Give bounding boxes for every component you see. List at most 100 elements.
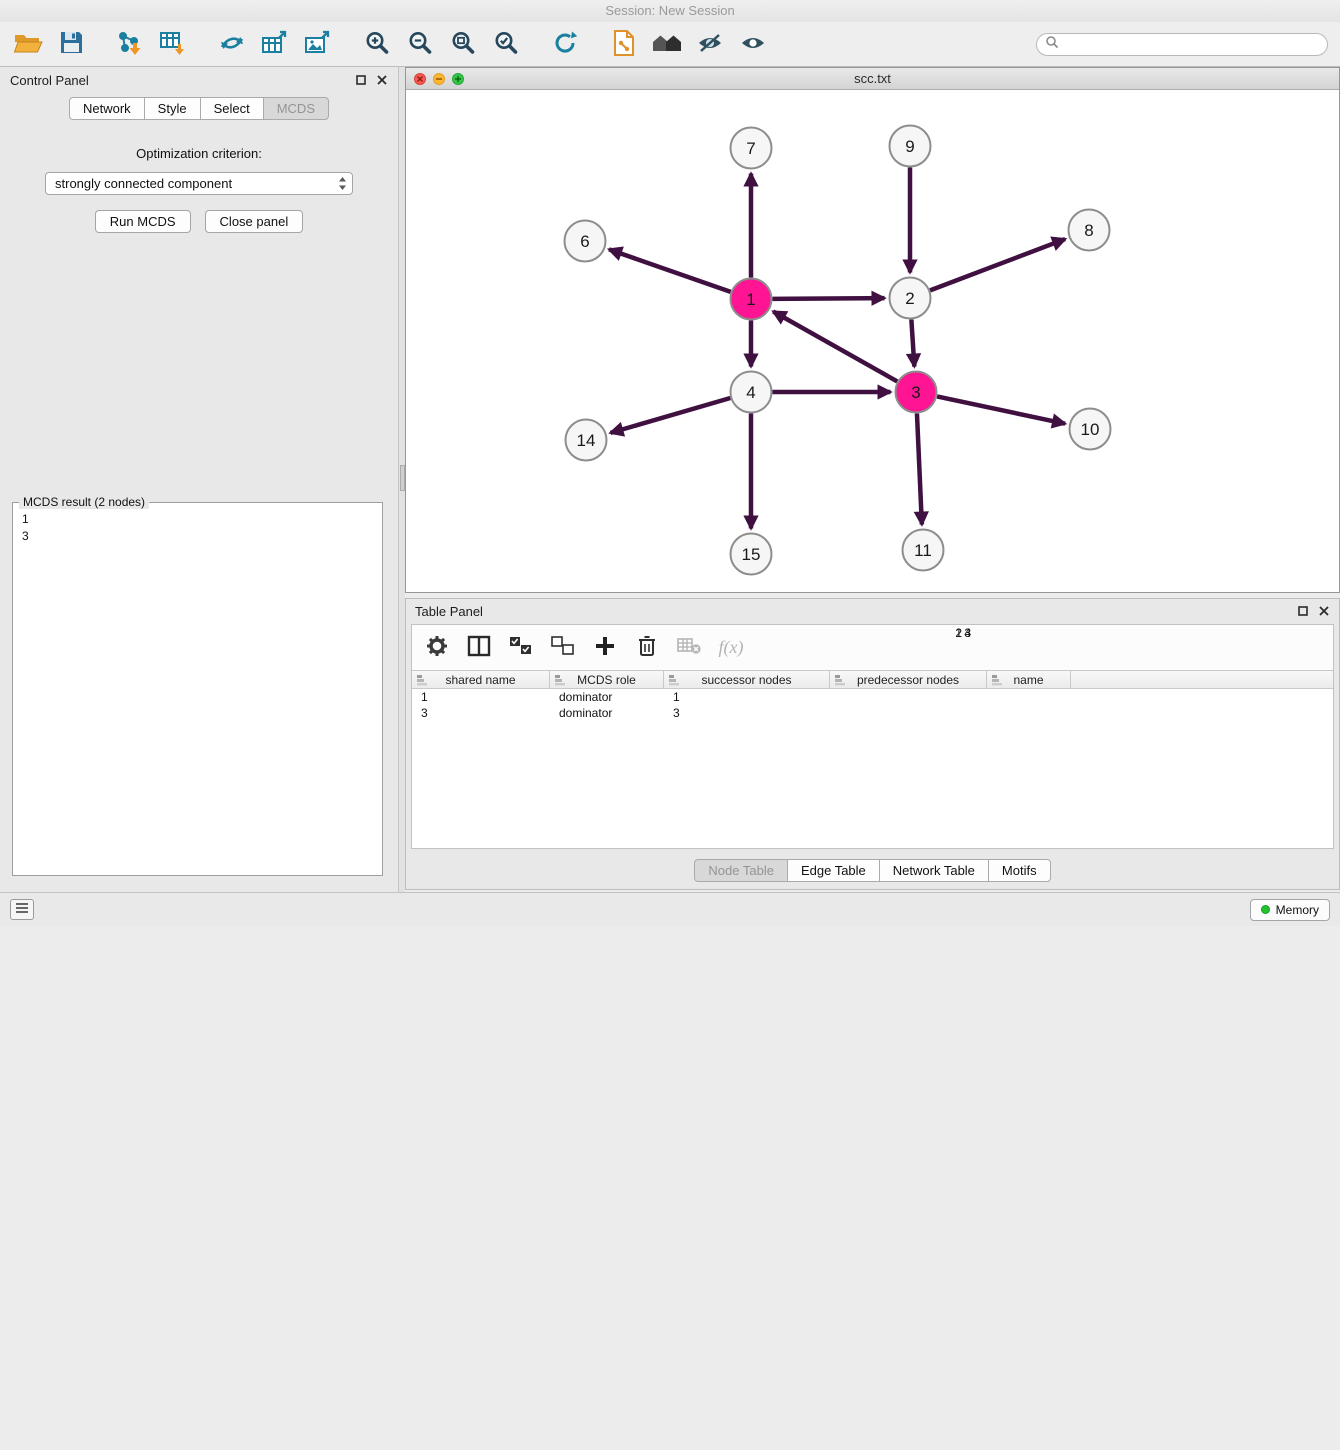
edge-2-8[interactable] [930, 239, 1065, 290]
table-tab-edge-table[interactable]: Edge Table [787, 859, 880, 882]
search-box[interactable] [1036, 33, 1328, 56]
control-panel: Control Panel NetworkStyleSelectMCDS Opt… [0, 67, 398, 892]
column-header-shared-name[interactable]: shared name [412, 671, 550, 688]
column-header-successor-nodes[interactable]: successor nodes [664, 671, 830, 688]
zoom-in-button[interactable] [359, 26, 395, 62]
folder-open-icon [13, 31, 43, 58]
criterion-select[interactable]: strongly connected component [45, 172, 353, 195]
right-area: scc.txt 7 9 6 8 1 2 4 3 14 10 15 11 Table Panel [405, 67, 1340, 892]
function-builder-button[interactable]: f(x) [718, 635, 744, 661]
edge-3-1[interactable] [773, 312, 897, 382]
control-tab-select[interactable]: Select [200, 97, 264, 120]
memory-button[interactable]: Memory [1250, 899, 1330, 921]
network-window-titlebar[interactable]: scc.txt [406, 68, 1339, 90]
svg-text:11: 11 [914, 541, 932, 560]
list-icon [15, 901, 29, 919]
table-cell: 1 [412, 689, 550, 705]
node-2[interactable]: 2 [890, 278, 931, 319]
close-table-panel-icon[interactable] [1318, 605, 1330, 617]
table-row[interactable]: 3dominator323 [412, 705, 1333, 721]
zoom-out-button[interactable] [402, 26, 438, 62]
application-window: Session: New Session Control Panel [0, 0, 1340, 926]
control-tab-mcds[interactable]: MCDS [263, 97, 329, 120]
open-session-button[interactable] [10, 26, 46, 62]
table-cell: dominator [550, 689, 664, 705]
table-cell: dominator [550, 705, 664, 721]
edge-2-3[interactable] [911, 319, 914, 366]
delete-row-button[interactable] [634, 635, 660, 661]
mcds-result-list[interactable]: 13 [13, 503, 382, 553]
table-tab-network-table[interactable]: Network Table [879, 859, 989, 882]
table-tab-motifs[interactable]: Motifs [988, 859, 1051, 882]
node-1[interactable]: 1 [731, 279, 772, 320]
delete-column-button[interactable] [676, 635, 702, 661]
network-window-title: scc.txt [406, 71, 1339, 86]
node-4[interactable]: 4 [731, 372, 772, 413]
table-delete-icon [676, 636, 702, 659]
add-row-button[interactable] [592, 635, 618, 661]
node-10[interactable]: 10 [1070, 409, 1111, 450]
node-9[interactable]: 9 [890, 126, 931, 167]
close-panel-button[interactable]: Close panel [205, 210, 304, 233]
control-tab-style[interactable]: Style [144, 97, 201, 120]
edge-3-11[interactable] [917, 413, 922, 524]
float-panel-icon[interactable] [355, 74, 367, 86]
memory-label: Memory [1276, 903, 1319, 917]
node-7[interactable]: 7 [731, 128, 772, 169]
close-panel-icon[interactable] [376, 74, 388, 86]
column-header-name[interactable]: name [987, 671, 1071, 688]
save-session-button[interactable] [53, 26, 89, 62]
search-input[interactable] [1064, 37, 1319, 51]
deselect-all-button[interactable] [550, 635, 576, 661]
table-panel-header: Table Panel [406, 599, 1339, 623]
duplicate-network-button[interactable] [214, 26, 250, 62]
svg-text:9: 9 [905, 137, 914, 156]
svg-text:2: 2 [905, 289, 914, 308]
search-icon [1045, 35, 1059, 54]
hide-details-button[interactable] [692, 26, 728, 62]
run-mcds-button[interactable]: Run MCDS [95, 210, 191, 233]
node-6[interactable]: 6 [565, 221, 606, 262]
node-3[interactable]: 3 [896, 372, 937, 413]
column-header-filler [1071, 671, 1333, 688]
export-table-button[interactable] [257, 26, 293, 62]
node-11[interactable]: 11 [903, 530, 944, 571]
select-all-button[interactable] [508, 635, 534, 661]
column-header-mcds-role[interactable]: MCDS role [550, 671, 664, 688]
node-8[interactable]: 8 [1069, 210, 1110, 251]
floppy-disk-icon [59, 30, 84, 58]
control-panel-tabs: NetworkStyleSelectMCDS [0, 97, 398, 120]
optimization-criterion-label: Optimization criterion: [0, 146, 398, 161]
zoom-fit-button[interactable] [445, 26, 481, 62]
float-table-panel-icon[interactable] [1297, 605, 1309, 617]
import-table-button[interactable] [155, 26, 191, 62]
edge-4-14[interactable] [610, 398, 730, 433]
edge-1-6[interactable] [609, 249, 731, 291]
zoom-selected-button[interactable] [488, 26, 524, 62]
import-network-button[interactable] [112, 26, 148, 62]
edge-1-2[interactable] [772, 298, 884, 299]
panel-splitter[interactable] [398, 67, 405, 892]
table-settings-button[interactable] [424, 635, 450, 661]
network-document-button[interactable] [606, 26, 642, 62]
show-details-button[interactable] [735, 26, 771, 62]
network-canvas[interactable]: 7 9 6 8 1 2 4 3 14 10 15 11 [406, 90, 1339, 592]
column-header-label: name [1013, 673, 1043, 687]
svg-text:7: 7 [746, 139, 755, 158]
control-tab-network[interactable]: Network [69, 97, 145, 120]
refresh-view-button[interactable] [547, 26, 583, 62]
task-history-button[interactable] [10, 899, 34, 920]
edge-3-10[interactable] [937, 396, 1065, 423]
svg-text:3: 3 [911, 383, 920, 402]
node-15[interactable]: 15 [731, 534, 772, 575]
export-image-button[interactable] [300, 26, 336, 62]
column-header-label: MCDS role [577, 673, 636, 687]
main-area: Control Panel NetworkStyleSelectMCDS Opt… [0, 67, 1340, 892]
home-button[interactable] [649, 26, 685, 62]
table-cell: 3 [664, 705, 748, 721]
table-tabs: Node TableEdge TableNetwork TableMotifs [406, 859, 1339, 882]
node-14[interactable]: 14 [566, 420, 607, 461]
table-tab-node-table[interactable]: Node Table [694, 859, 788, 882]
mcds-result-line: 1 [22, 511, 373, 528]
show-columns-button[interactable] [466, 635, 492, 661]
